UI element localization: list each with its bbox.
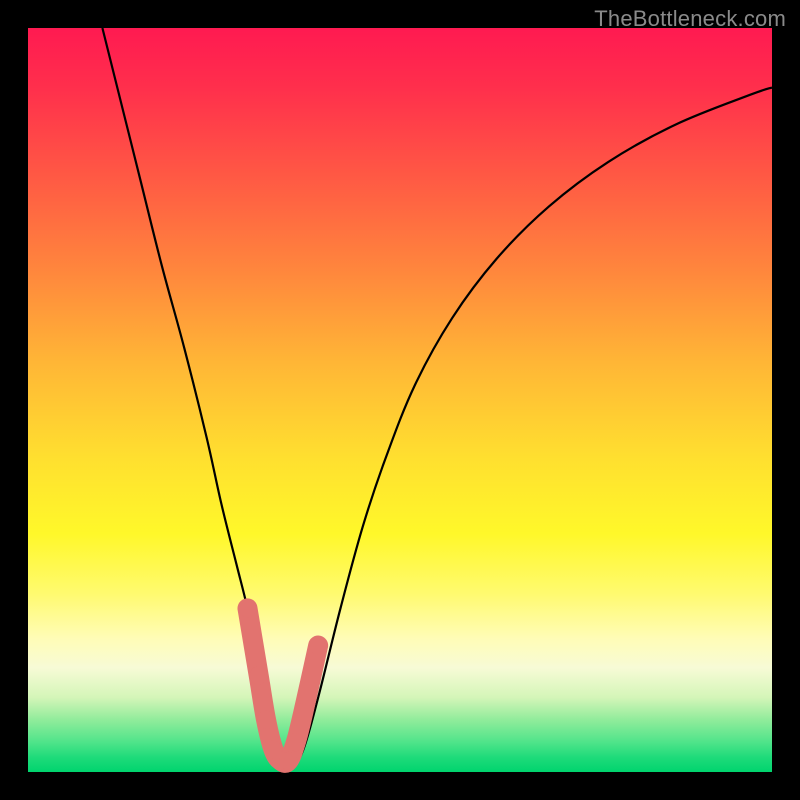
marker-dot	[309, 637, 327, 655]
gradient-plot-area	[28, 28, 772, 772]
marker-dot	[250, 666, 268, 684]
marker-dot	[238, 599, 256, 617]
marker-dot	[257, 711, 275, 729]
watermark-text: TheBottleneck.com	[594, 6, 786, 32]
marker-dot	[294, 703, 312, 721]
bottleneck-curve-svg	[28, 28, 772, 772]
curve-path	[102, 28, 772, 765]
marker-dot	[287, 733, 305, 751]
marker-dot	[279, 752, 297, 770]
